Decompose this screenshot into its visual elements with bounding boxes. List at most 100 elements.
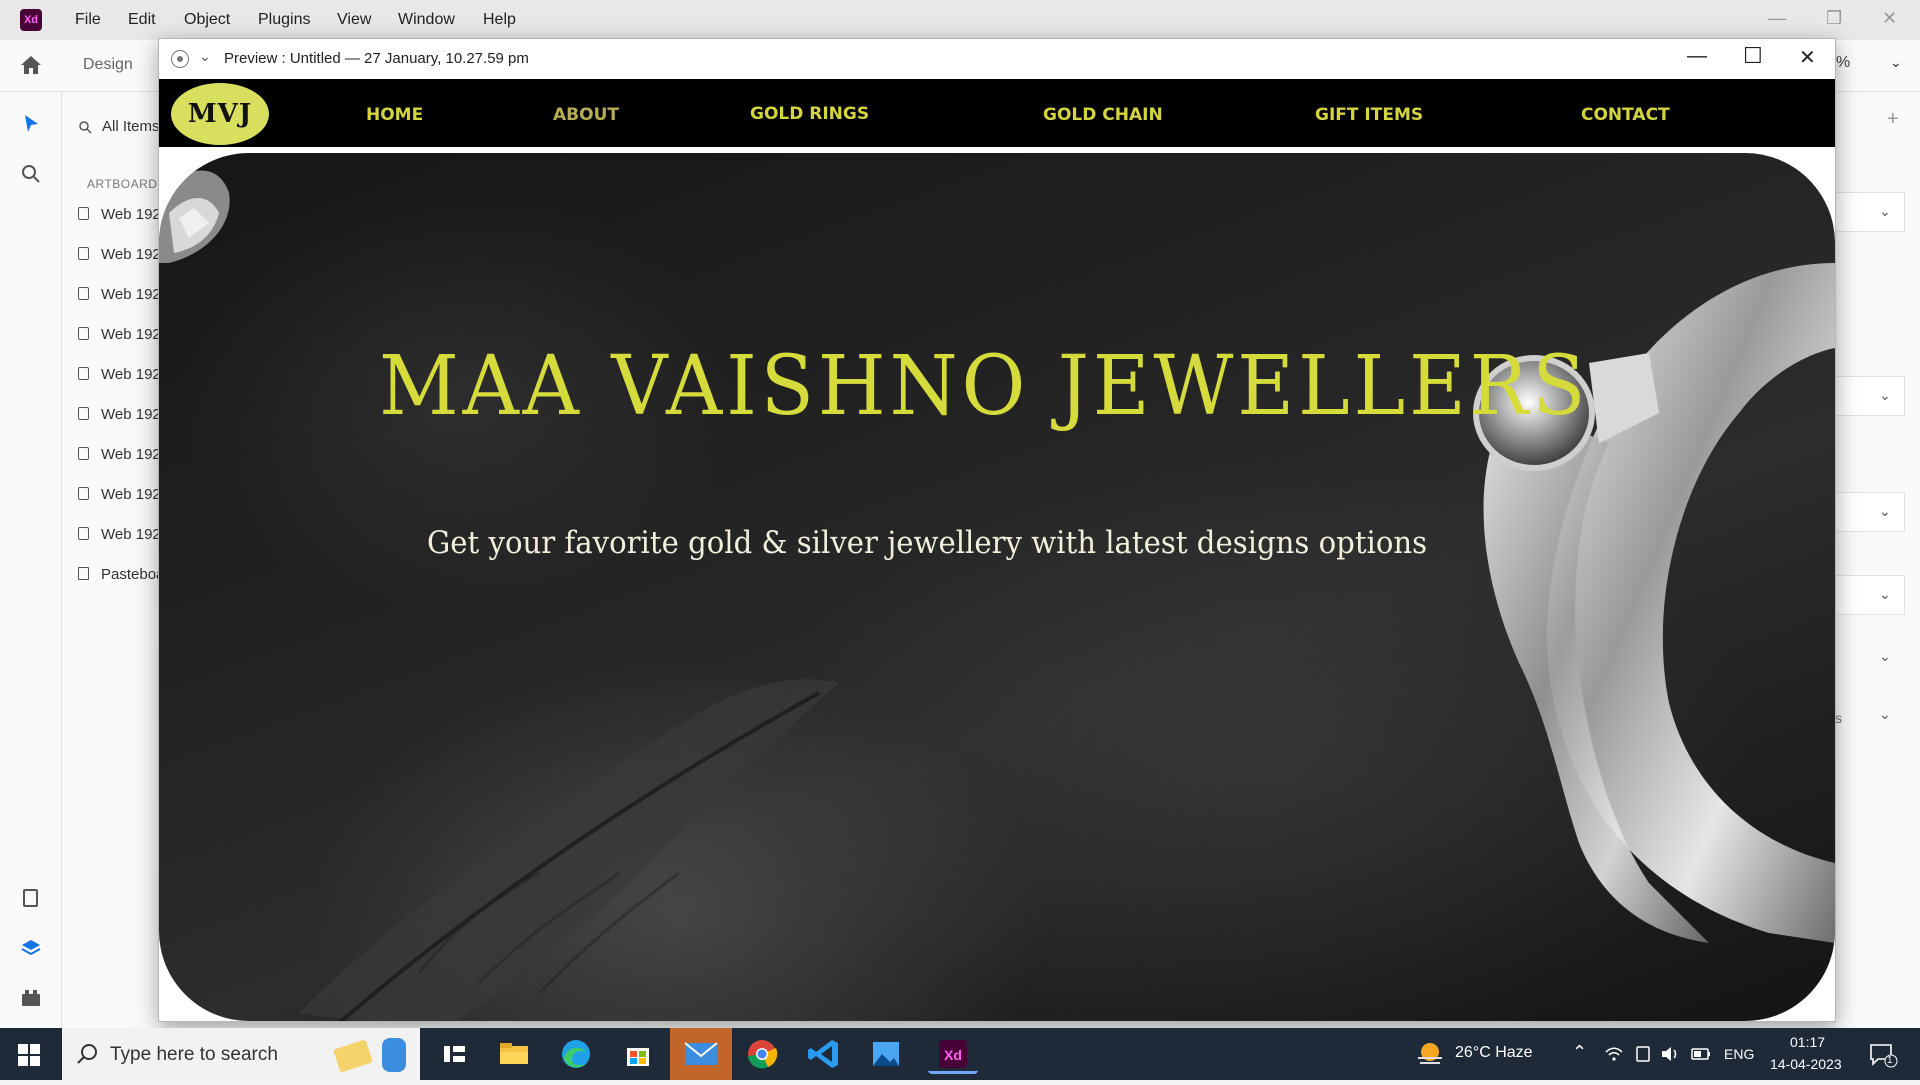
artboard-icon — [78, 367, 89, 380]
artboard-item[interactable]: Web 192 — [78, 326, 161, 343]
artboard-item[interactable]: Web 192 — [78, 526, 161, 543]
chevron-down-icon: ⌄ — [1879, 586, 1891, 602]
chevron-down-icon: ⌄ — [1879, 203, 1891, 219]
zoom-level[interactable]: % — [1836, 54, 1850, 72]
artboard-icon — [78, 287, 89, 300]
restore-icon[interactable]: ❐ — [1826, 8, 1842, 29]
close-icon[interactable]: ✕ — [1799, 45, 1816, 70]
search-placeholder: Type here to search — [110, 1044, 278, 1065]
ring-image-corner — [159, 170, 230, 263]
preview-title-bar: ⌄ Preview : Untitled — 27 January, 10.27… — [159, 39, 1835, 79]
add-icon[interactable]: + — [1887, 108, 1899, 131]
artboard-item[interactable]: Web 192 — [78, 406, 161, 423]
volume-icon[interactable] — [1660, 1044, 1682, 1064]
pasteboard-item[interactable]: Pasteboa — [78, 566, 164, 583]
preview-window: ⌄ Preview : Untitled — 27 January, 10.27… — [158, 38, 1836, 1022]
wifi-icon[interactable] — [1604, 1044, 1624, 1064]
menu-file[interactable]: File — [75, 11, 101, 29]
chrome-icon[interactable] — [742, 1034, 782, 1074]
task-view-icon[interactable] — [434, 1034, 474, 1074]
taskbar-search[interactable]: Type here to search — [62, 1028, 420, 1080]
minimize-icon[interactable]: — — [1687, 45, 1707, 68]
artboard-item[interactable]: Web 192 — [78, 446, 161, 463]
nav-gold-rings[interactable]: GOLD RINGS — [750, 104, 869, 124]
windows-taskbar: Type here to search Xd 26°C Haze ⌃ ENG 0… — [0, 1028, 1920, 1080]
record-icon[interactable] — [171, 50, 189, 68]
artboard-icon — [78, 447, 89, 460]
plugins-icon[interactable] — [19, 986, 43, 1010]
maximize-icon[interactable]: ☐ — [1743, 43, 1763, 69]
notification-count: 1 — [1887, 1055, 1893, 1066]
menu-view[interactable]: View — [337, 11, 371, 29]
chevron-down-icon[interactable]: ⌄ — [1879, 648, 1891, 665]
device-icon[interactable] — [1634, 1044, 1652, 1064]
zoom-chevron-icon[interactable]: ⌄ — [1890, 54, 1902, 71]
svg-text:Xd: Xd — [944, 1047, 962, 1063]
chevron-down-icon[interactable]: ⌄ — [1879, 706, 1891, 723]
property-dropdown[interactable]: ⌄ — [1835, 575, 1905, 615]
store-icon[interactable] — [618, 1034, 658, 1074]
artboard-icon — [78, 207, 89, 220]
select-tool-icon[interactable] — [19, 112, 43, 136]
hero-title: MAA VAISHNO JEWELLERS — [379, 339, 1590, 434]
mail-app-active[interactable] — [670, 1028, 732, 1080]
pasteboard-icon — [78, 567, 89, 580]
mail-icon — [684, 1042, 718, 1065]
clock-time[interactable]: 01:17 — [1790, 1034, 1825, 1050]
xd-icon: Xd — [939, 1040, 967, 1068]
menu-object[interactable]: Object — [184, 11, 230, 29]
property-inspector: + ⌄ ⌄ ⌄ ⌄ ⌄ s ⌄ — [1834, 92, 1920, 1028]
property-label-fragment: s — [1835, 710, 1842, 726]
photos-icon[interactable] — [866, 1034, 906, 1074]
clock-date[interactable]: 14-04-2023 — [1770, 1056, 1842, 1072]
language-indicator[interactable]: ENG — [1724, 1046, 1754, 1062]
weather-text[interactable]: 26°C Haze — [1455, 1044, 1533, 1062]
document-assets-icon[interactable] — [19, 886, 43, 910]
nav-gold-chain[interactable]: GOLD CHAIN — [1043, 105, 1163, 125]
artboard-icon — [78, 407, 89, 420]
menu-plugins[interactable]: Plugins — [258, 11, 310, 29]
artboard-item[interactable]: Web 192 — [78, 246, 161, 263]
weather-haze-icon[interactable] — [1414, 1038, 1446, 1070]
nav-gift-items[interactable]: GIFT ITEMS — [1315, 105, 1423, 125]
minimize-icon[interactable]: — — [1768, 8, 1786, 29]
hero-banner: MAA VAISHNO JEWELLERS Get your favorite … — [159, 153, 1835, 1021]
search-icon[interactable] — [19, 162, 43, 186]
menu-help[interactable]: Help — [483, 11, 516, 29]
menu-window[interactable]: Window — [398, 11, 455, 29]
search-highlight-icon — [333, 1038, 406, 1072]
tab-design[interactable]: Design — [83, 56, 133, 74]
edge-icon[interactable] — [556, 1034, 596, 1074]
search-icon — [79, 121, 92, 134]
close-icon[interactable]: ✕ — [1882, 8, 1897, 29]
notification-icon[interactable] — [1868, 1042, 1898, 1068]
windows-start-icon[interactable] — [18, 1044, 40, 1066]
property-dropdown[interactable]: ⌄ — [1835, 192, 1905, 232]
site-logo[interactable]: MVJ — [171, 83, 269, 145]
artboard-item[interactable]: Web 192 — [78, 366, 161, 383]
tool-rail — [0, 92, 62, 1028]
hero-subtitle: Get your favorite gold & silver jeweller… — [427, 525, 1428, 561]
chevron-up-icon[interactable]: ⌃ — [1572, 1042, 1587, 1063]
artboard-item[interactable]: Web 192 — [78, 206, 161, 223]
chevron-down-icon[interactable]: ⌄ — [199, 48, 211, 65]
feather-graphic — [299, 679, 839, 1021]
nav-contact[interactable]: CONTACT — [1581, 105, 1670, 125]
nav-home[interactable]: HOME — [366, 105, 423, 125]
file-explorer-icon[interactable] — [494, 1034, 534, 1074]
vscode-icon[interactable] — [804, 1034, 844, 1074]
xd-taskbar-button[interactable]: Xd — [928, 1034, 978, 1074]
home-icon[interactable] — [19, 54, 43, 76]
menu-edit[interactable]: Edit — [128, 11, 156, 29]
property-dropdown[interactable]: ⌄ — [1835, 376, 1905, 416]
artboard-item[interactable]: Web 192 — [78, 486, 161, 503]
property-dropdown[interactable]: ⌄ — [1835, 492, 1905, 532]
artboard-item[interactable]: Web 192 — [78, 286, 161, 303]
artboard-icon — [78, 327, 89, 340]
nav-about[interactable]: ABOUT — [553, 105, 619, 125]
all-items-search[interactable]: All Items — [102, 118, 160, 135]
artboards-heading: ARTBOARD — [87, 177, 158, 191]
battery-icon[interactable] — [1690, 1044, 1712, 1064]
layers-icon[interactable] — [19, 936, 43, 960]
preview-title: Preview : Untitled — 27 January, 10.27.5… — [224, 50, 529, 67]
